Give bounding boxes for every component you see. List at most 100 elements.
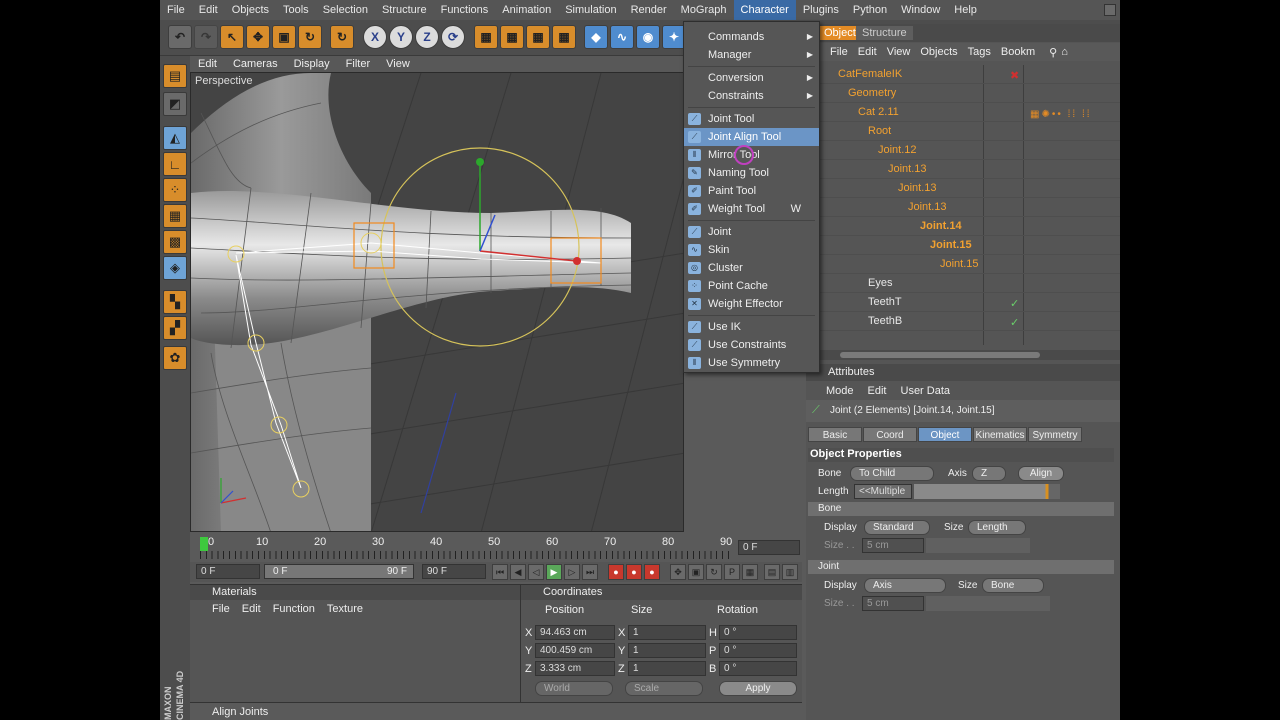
bone-size-field[interactable]: 5 cm xyxy=(862,538,924,553)
tab-structure[interactable]: Structure xyxy=(856,26,913,40)
tree-item-joint14[interactable]: Joint.14 xyxy=(820,217,1120,236)
tab-object[interactable]: Object xyxy=(918,427,972,442)
om-menu-file[interactable]: File xyxy=(830,46,848,58)
select-tool-icon[interactable]: ↖ xyxy=(220,25,244,49)
materials-menu-file[interactable]: File xyxy=(212,603,230,615)
tree-item-joint13a[interactable]: Joint.13 xyxy=(820,160,1120,179)
undo-icon[interactable]: ↶ xyxy=(168,25,192,49)
previous-frame-icon[interactable]: ◁ xyxy=(528,564,544,580)
menu-item-cluster[interactable]: ◎ Cluster xyxy=(684,259,819,277)
viewport-menu-display[interactable]: Display xyxy=(286,58,338,70)
menu-item-use-ik[interactable]: ⟋ Use IK xyxy=(684,318,819,336)
align-button[interactable]: Align xyxy=(1018,466,1064,481)
edit-render-settings-icon[interactable]: ▦ xyxy=(526,25,550,49)
current-frame-field[interactable]: 0 F xyxy=(738,540,800,555)
menu-character[interactable]: Character xyxy=(733,0,796,20)
parameter-key-icon[interactable]: P xyxy=(724,564,740,580)
materials-menu-function[interactable]: Function xyxy=(273,603,315,615)
menu-animation[interactable]: Animation xyxy=(495,0,558,20)
menu-structure[interactable]: Structure xyxy=(375,0,434,20)
joint-size-dropdown[interactable]: Bone xyxy=(982,578,1044,593)
menu-item-commands[interactable]: Commands ▶ xyxy=(684,28,819,46)
rot-h-field[interactable]: 0 ° xyxy=(719,625,797,640)
om-menu-view[interactable]: View xyxy=(887,46,911,58)
render-view-icon[interactable]: ▦ xyxy=(474,25,498,49)
points-mode-icon[interactable]: ⁘ xyxy=(163,178,187,202)
menu-item-point-cache[interactable]: ⁘ Point Cache xyxy=(684,277,819,295)
size-x-field[interactable]: 1 xyxy=(628,625,706,640)
viewport-menu-filter[interactable]: Filter xyxy=(338,58,378,70)
tab-symmetry[interactable]: Symmetry xyxy=(1028,427,1082,442)
tree-item-joint15b[interactable]: Joint.15 xyxy=(820,255,1120,274)
tree-item-joint13c[interactable]: Joint.13 xyxy=(820,198,1120,217)
tree-item-teethb[interactable]: TeethB xyxy=(820,312,1120,331)
z-axis-lock-icon[interactable]: Z xyxy=(415,25,439,49)
make-editable-icon[interactable]: ▤ xyxy=(163,64,187,88)
menu-item-skin[interactable]: ∿ Skin xyxy=(684,241,819,259)
go-to-start-icon[interactable]: ⏮ xyxy=(492,564,508,580)
menu-item-joint[interactable]: ⟋ Joint xyxy=(684,223,819,241)
menu-objects[interactable]: Objects xyxy=(225,0,276,20)
joint-size-field[interactable]: 5 cm xyxy=(862,596,924,611)
rot-p-field[interactable]: 0 ° xyxy=(719,643,797,658)
materials-menu-texture[interactable]: Texture xyxy=(327,603,363,615)
menu-window[interactable]: Window xyxy=(894,0,947,20)
menu-item-manager[interactable]: Manager ▶ xyxy=(684,46,819,64)
menu-render[interactable]: Render xyxy=(624,0,674,20)
rotate-tool-icon[interactable]: ↻ xyxy=(298,25,322,49)
rot-b-field[interactable]: 0 ° xyxy=(719,661,797,676)
cross-icon[interactable]: ✖ xyxy=(1010,69,1019,82)
max-frame-field[interactable]: 90 F xyxy=(422,564,486,579)
joint-size-slider[interactable] xyxy=(926,596,1050,611)
y-axis-lock-icon[interactable]: Y xyxy=(389,25,413,49)
bone-dropdown[interactable]: To Child xyxy=(850,466,934,481)
viewport-menu-edit[interactable]: Edit xyxy=(190,58,225,70)
menu-item-weight-tool[interactable]: ✐ Weight Tool W xyxy=(684,200,819,218)
menu-item-conversion[interactable]: Conversion ▶ xyxy=(684,69,819,87)
render-picture-viewer-icon[interactable]: ▦ xyxy=(500,25,524,49)
bone-size-slider[interactable] xyxy=(926,538,1030,553)
tag-icons[interactable]: ▦✺•• ⁞⁞ ⁞⁞ xyxy=(1030,109,1115,120)
tree-item-joint15a[interactable]: Joint.15 xyxy=(820,236,1120,255)
length-slider[interactable] xyxy=(914,484,1060,499)
joint-display-dropdown[interactable]: Axis xyxy=(864,578,946,593)
timeline-options-icon[interactable]: ▥ xyxy=(782,564,798,580)
spline-icon[interactable]: ∿ xyxy=(610,25,634,49)
scale-key-icon[interactable]: ▣ xyxy=(688,564,704,580)
rotation-key-icon[interactable]: ↻ xyxy=(706,564,722,580)
menu-item-constraints[interactable]: Constraints ▶ xyxy=(684,87,819,105)
apply-button[interactable]: Apply xyxy=(719,681,797,696)
menu-simulation[interactable]: Simulation xyxy=(558,0,623,20)
model-mode-icon[interactable]: ◩ xyxy=(163,92,187,116)
scale-tool-icon[interactable]: ▣ xyxy=(272,25,296,49)
min-frame-field[interactable]: 0 F xyxy=(196,564,260,579)
pos-y-field[interactable]: 400.459 cm xyxy=(535,643,615,658)
tab-kinematics[interactable]: Kinematics xyxy=(973,427,1027,442)
polygons-mode-icon[interactable]: ▩ xyxy=(163,230,187,254)
menu-item-use-symmetry[interactable]: ⫴ Use Symmetry xyxy=(684,354,819,372)
playhead[interactable] xyxy=(200,537,208,551)
om-menu-tags[interactable]: Tags xyxy=(968,46,991,58)
menu-functions[interactable]: Functions xyxy=(434,0,496,20)
snap-icon[interactable]: ▞ xyxy=(163,316,187,340)
position-key-icon[interactable]: ✥ xyxy=(670,564,686,580)
menu-item-joint-align-tool[interactable]: ⟋ Joint Align Tool xyxy=(684,128,819,146)
attr-menu-mode[interactable]: Mode xyxy=(826,385,854,397)
bone-size-dropdown[interactable]: Length xyxy=(968,520,1026,535)
pla-key-icon[interactable]: ▦ xyxy=(742,564,758,580)
viewport-menu-cameras[interactable]: Cameras xyxy=(225,58,286,70)
menu-plugins[interactable]: Plugins xyxy=(796,0,846,20)
tree-item-geometry[interactable]: Geometry xyxy=(820,84,1120,103)
tab-coord[interactable]: Coord xyxy=(863,427,917,442)
om-menu-objects[interactable]: Objects xyxy=(920,46,957,58)
axis-mode-icon[interactable]: ∟ xyxy=(163,152,187,176)
joint-section-header[interactable]: Joint xyxy=(808,560,1114,574)
pos-z-field[interactable]: 3.333 cm xyxy=(535,661,615,676)
om-menu-bookmarks[interactable]: Bookm xyxy=(1001,46,1035,58)
tree-item-catfemaleik[interactable]: CatFemaleIK xyxy=(820,65,1120,84)
pos-x-field[interactable]: 94.463 cm xyxy=(535,625,615,640)
interpolation-icon[interactable]: ▤ xyxy=(764,564,780,580)
tree-item-eyes[interactable]: Eyes xyxy=(820,274,1120,293)
search-icon[interactable]: ⚲ xyxy=(1049,46,1057,59)
cube-icon[interactable]: ◆ xyxy=(584,25,608,49)
